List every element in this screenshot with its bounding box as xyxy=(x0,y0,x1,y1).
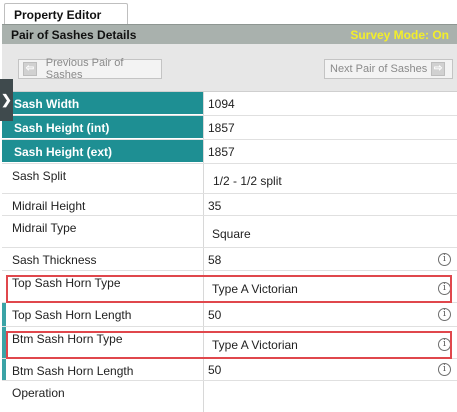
property-label: Btm Sash Horn Length xyxy=(2,359,203,380)
property-row-midrail-height: Midrail Height 35 xyxy=(2,194,457,216)
section-title: Pair of Sashes Details xyxy=(11,28,137,42)
arrow-right-icon: ⇨ xyxy=(431,62,446,76)
chevron-right-icon: ❯ xyxy=(1,92,12,107)
info-icon[interactable]: i xyxy=(438,253,451,266)
property-label: Midrail Height xyxy=(12,199,86,213)
survey-mode-status: Survey Mode: On xyxy=(350,28,449,42)
info-icon[interactable]: i xyxy=(438,282,451,295)
property-row-sash-height-int: Sash Height (int) 1857 xyxy=(2,116,457,140)
property-row-operation: Operation xyxy=(2,381,457,412)
property-label: Sash Split xyxy=(12,169,67,183)
property-value-btm-sash-horn-length[interactable]: 50 xyxy=(203,359,457,380)
property-row-btm-sash-horn-length: Btm Sash Horn Length 50 i xyxy=(2,359,457,381)
tab-bar: Property Editor xyxy=(0,0,457,25)
navigation-bar: ⇦ Previous Pair of Sashes Next Pair of S… xyxy=(2,44,457,92)
info-icon[interactable]: i xyxy=(438,308,451,321)
tab-property-editor[interactable]: Property Editor xyxy=(4,3,128,25)
property-table: Sash Width 1094 Sash Height (int) 1857 S… xyxy=(2,92,457,412)
info-icon[interactable]: i xyxy=(438,338,451,351)
property-value-sash-height-int[interactable]: 1857 xyxy=(203,116,457,139)
property-row-top-sash-horn-length: Top Sash Horn Length 50 i xyxy=(2,303,457,327)
property-label: Midrail Type xyxy=(12,221,77,235)
previous-pair-label: Previous Pair of Sashes xyxy=(45,57,124,81)
section-header: Pair of Sashes Details Survey Mode: On xyxy=(2,24,457,44)
property-label: Top Sash Horn Length xyxy=(2,303,203,326)
next-pair-label: Next Pair of Sashes xyxy=(330,63,428,75)
property-value-top-sash-horn-length[interactable]: 50 xyxy=(203,303,457,326)
property-value-sash-width[interactable]: 1094 xyxy=(203,92,457,115)
arrow-left-icon: ⇦ xyxy=(23,62,37,76)
property-label: Btm Sash Horn Type xyxy=(2,327,203,358)
previous-pair-button[interactable]: ⇦ Previous Pair of Sashes xyxy=(18,57,162,81)
property-label: Sash Width xyxy=(2,92,203,115)
property-row-sash-thickness: Sash Thickness 58 i xyxy=(2,248,457,271)
property-row-top-sash-horn-type: Top Sash Horn Type Type A Victorian i xyxy=(2,271,457,303)
property-row-btm-sash-horn-type: Btm Sash Horn Type Type A Victorian i xyxy=(2,327,457,359)
property-label: Operation xyxy=(12,386,65,400)
property-value-sash-split[interactable]: 1/2 - 1/2 split xyxy=(203,164,457,193)
property-row-midrail-type: Midrail Type Square xyxy=(2,216,457,248)
property-value-sash-thickness[interactable]: 58 xyxy=(203,248,457,270)
property-value-operation[interactable] xyxy=(203,381,457,412)
property-value-sash-height-ext[interactable]: 1857 xyxy=(203,140,457,163)
property-row-sash-split: Sash Split 1/2 - 1/2 split xyxy=(2,164,457,194)
property-label: Sash Height (ext) xyxy=(2,140,203,163)
property-value-top-sash-horn-type[interactable]: Type A Victorian xyxy=(203,271,457,302)
info-icon[interactable]: i xyxy=(438,363,451,376)
property-label: Sash Height (int) xyxy=(2,116,203,139)
expand-panel-toggle[interactable]: ❯ xyxy=(0,79,13,121)
property-row-sash-height-ext: Sash Height (ext) 1857 xyxy=(2,140,457,164)
property-label: Sash Thickness xyxy=(12,253,97,267)
property-label: Top Sash Horn Type xyxy=(12,276,121,290)
property-value-btm-sash-horn-type[interactable]: Type A Victorian xyxy=(203,327,457,358)
property-value-midrail-height[interactable]: 35 xyxy=(203,194,457,215)
next-pair-button[interactable]: Next Pair of Sashes ⇨ xyxy=(324,59,453,79)
property-value-midrail-type[interactable]: Square xyxy=(203,216,457,247)
property-row-sash-width: Sash Width 1094 xyxy=(2,92,457,116)
